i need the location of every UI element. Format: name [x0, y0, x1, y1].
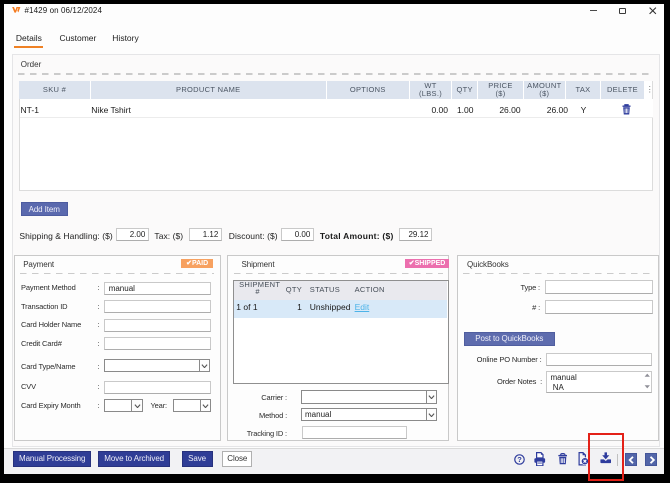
- svg-text:?: ?: [517, 455, 522, 464]
